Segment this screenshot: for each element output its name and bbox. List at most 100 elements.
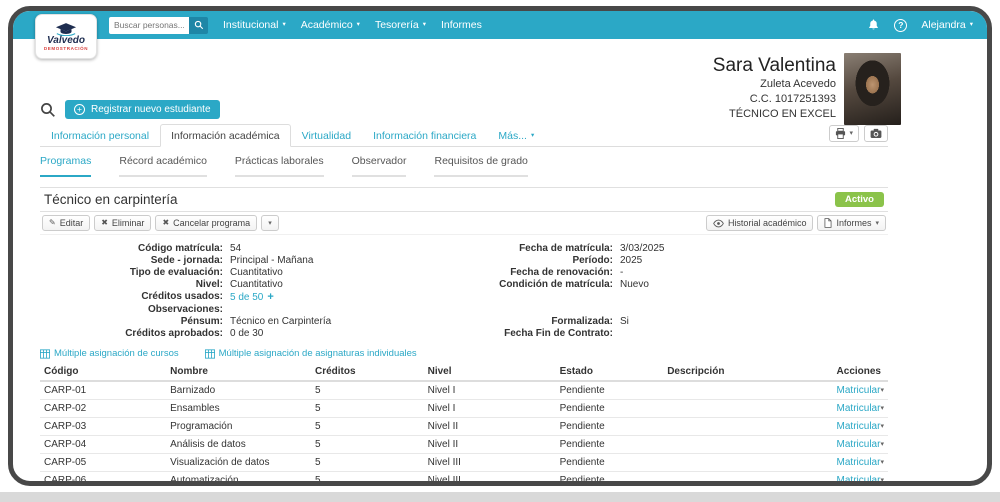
matricular-link[interactable]: Matricular [837,403,881,414]
multi-course-assignment-link[interactable]: Múltiple asignación de cursos [40,348,179,359]
chevron-down-icon: ▾ [530,131,535,139]
tab-informacion-personal[interactable]: Información personal [40,124,160,147]
tab-virtualidad[interactable]: Virtualidad [291,124,362,147]
cell-descripcion [663,453,833,472]
chevron-down-icon[interactable]: ▾ [880,441,884,448]
chevron-down-icon[interactable]: ▾ [880,459,884,466]
grid-icon [204,348,215,359]
bell-icon[interactable] [867,18,880,32]
detail-label-nivel: Nivel: [195,279,223,290]
subtab-observador[interactable]: Observador [351,155,407,177]
cell-estado: Pendiente [555,471,664,481]
nav-informes[interactable]: Informes [441,19,482,31]
cell-codigo: CARP-01 [40,381,167,400]
header-nivel: Nivel [423,363,556,382]
cell-estado: Pendiente [555,381,664,400]
nav-academico[interactable]: Académico ▾ [301,19,360,31]
student-surname: Zuleta Acevedo [760,78,836,90]
cell-nombre: Análisis de datos [166,435,311,454]
topbar-right: ? Alejandra ▾ [867,18,973,32]
subtab-requisitos-grado[interactable]: Requisitos de grado [434,155,528,177]
cell-descripcion [663,435,833,454]
header-codigo: Código [40,363,167,382]
print-button[interactable]: ▾ [829,125,859,142]
cell-creditos: 5 [310,417,424,436]
chevron-down-icon: ▾ [969,20,973,28]
cell-creditos: 5 [310,471,424,481]
chevron-down-icon[interactable]: ▾ [880,387,884,394]
search-input[interactable] [109,16,189,34]
cell-acciones: Matricular ▾ [832,471,888,481]
matricular-link[interactable]: Matricular [837,475,881,481]
cell-acciones: Matricular ▾ [832,399,888,418]
program-details: Código matrícula: 54 Fecha de matrícula:… [40,243,888,340]
user-menu[interactable]: Alejandra ▾ [921,19,973,31]
help-icon[interactable]: ? [894,18,908,32]
cell-estado: Pendiente [555,453,664,472]
detail-value-sede-jornada: Principal - Mañana [230,255,314,266]
status-badge: Activo [834,192,884,207]
cell-creditos: 5 [310,435,424,454]
program-toolbar-right: Historial académico Informes ▾ [705,215,886,231]
chevron-down-icon[interactable]: ▾ [880,477,884,481]
cell-nombre: Ensambles [166,399,311,418]
nav-tesoreria[interactable]: Tesorería ▾ [375,19,426,31]
subtab-programas[interactable]: Programas [40,155,92,177]
app-logo[interactable]: Valvedo DEMOSTRACIÓN [35,14,97,59]
printer-icon [835,128,846,139]
matricular-link[interactable]: Matricular [837,421,881,432]
detail-value-creditos-aprobados: 0 de 30 [230,328,264,339]
edit-program-button[interactable]: ✎ Editar [42,215,91,231]
detail-label-fecha-matricula: Fecha de matrícula: [519,243,613,254]
main-tabs: Información personal Información académi… [40,123,888,147]
search-student-icon[interactable] [40,102,56,118]
subtab-practicas-laborales[interactable]: Prácticas laborales [234,155,324,177]
chevron-down-icon[interactable]: ▾ [880,423,884,430]
plus-icon: + [74,104,85,115]
matricular-link[interactable]: Matricular [837,385,881,396]
chevron-down-icon: ▾ [849,130,853,137]
chevron-down-icon: ▾ [282,20,286,28]
table-row: CARP-02 Ensambles 5 Nivel I Pendiente Ma… [40,399,888,418]
tab-mas[interactable]: Más... ▾ [487,124,545,147]
search-button[interactable] [189,16,208,34]
tab-informacion-academica[interactable]: Información académica [160,124,291,147]
grid-icon [40,348,50,359]
nav-institucional[interactable]: Institucional ▾ [223,19,286,31]
cell-acciones: Matricular ▾ [832,381,888,400]
tab-informacion-financiera[interactable]: Información financiera [362,124,487,147]
cell-descripcion [663,381,833,400]
delete-program-button[interactable]: ✖ Eliminar [94,215,152,231]
cell-descripcion [663,399,833,418]
student-document: C.C. 1017251393 [749,93,836,105]
cancel-program-dropdown-button[interactable]: ▾ [261,215,279,231]
detail-label-observaciones: Observaciones: [147,304,223,315]
cell-estado: Pendiente [555,435,664,454]
credits-used-link[interactable]: 5 de 50 [230,292,263,303]
detail-value-nivel: Cuantitativo [230,279,283,290]
page-scrollbar[interactable] [0,492,1000,502]
x-icon: ✖ [101,218,108,227]
academic-history-button[interactable]: Historial académico [705,215,814,231]
register-student-button[interactable]: + Registrar nuevo estudiante [65,100,220,119]
cell-codigo: CARP-05 [40,453,167,472]
subtab-record-academico[interactable]: Récord académico [119,155,207,177]
cancel-program-button[interactable]: ✖ Cancelar programa [155,215,258,231]
cell-nombre: Visualización de datos [166,453,311,472]
student-header: + Registrar nuevo estudiante Sara Valent… [40,39,901,125]
chevron-down-icon[interactable]: ▾ [880,405,884,412]
table-row: CARP-01 Barnizado 5 Nivel I Pendiente Ma… [40,381,888,400]
header-acciones: Acciones [832,363,888,382]
multi-assignment-links: Múltiple asignación de cursos Múltiple a… [40,348,888,359]
graduation-cap-icon [55,22,77,36]
matricular-link[interactable]: Matricular [837,439,881,450]
reports-button[interactable]: Informes ▾ [817,215,886,231]
camera-button[interactable] [864,125,888,142]
multi-subject-assignment-link[interactable]: Múltiple asignación de asignaturas indiv… [204,348,417,359]
brand-subtitle: DEMOSTRACIÓN [43,45,89,51]
cell-nivel: Nivel I [423,381,556,400]
detail-value-fecha-renovacion: - [620,267,624,278]
matricular-link[interactable]: Matricular [837,457,881,468]
add-credits-icon[interactable]: + [267,291,273,303]
detail-label-formalizada: Formalizada: [551,316,613,327]
